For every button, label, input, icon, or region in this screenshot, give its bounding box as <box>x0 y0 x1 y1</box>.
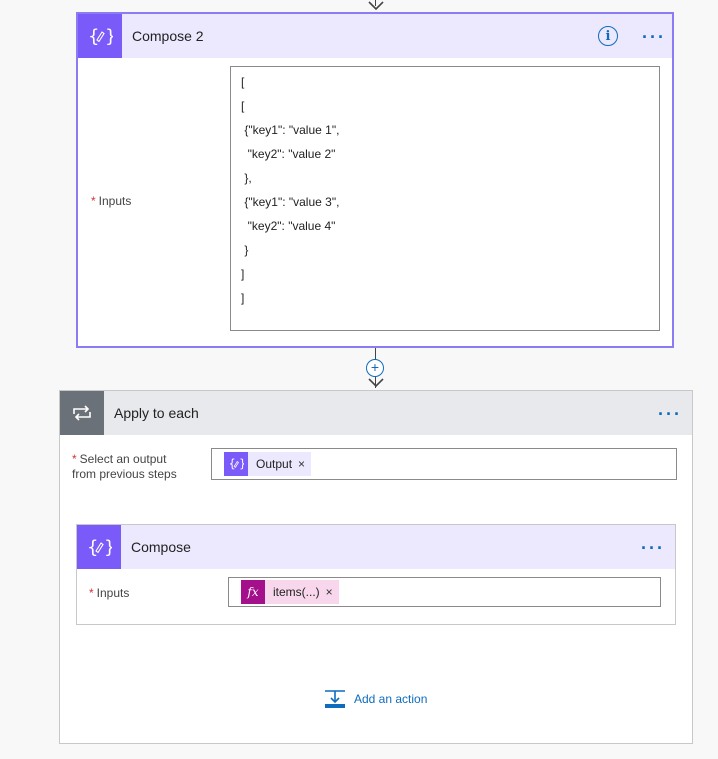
down-arrow-icon <box>368 378 384 388</box>
insert-step-plus-icon[interactable]: + <box>366 359 384 377</box>
code-line: ] <box>241 267 245 281</box>
add-action-icon <box>325 690 345 708</box>
loop-icon <box>60 391 104 435</box>
code-line: {"key1": "value 3", <box>241 195 340 209</box>
apply-to-each-title: Apply to each <box>114 405 199 421</box>
compose-icon: { } <box>224 452 248 476</box>
inputs-code-field[interactable]: [ [ {"key1": "value 1", "key2": "value 2… <box>230 66 660 331</box>
compose-header[interactable]: { } Compose ··· <box>77 525 675 569</box>
required-marker: * <box>72 452 77 466</box>
inputs-label: * Inputs <box>91 194 132 208</box>
svg-text:}: } <box>239 458 244 471</box>
required-marker: * <box>91 194 96 208</box>
code-line: [ <box>241 75 245 89</box>
remove-token-icon[interactable]: × <box>296 457 311 471</box>
svg-text:}: } <box>105 26 113 47</box>
apply-to-each-card[interactable]: Apply to each ··· * Select an output from… <box>59 390 693 744</box>
compose-2-title: Compose 2 <box>132 28 204 44</box>
svg-text:{: { <box>229 458 236 471</box>
code-line: } <box>241 243 249 257</box>
compose-inputs-field[interactable]: fx items(...) × <box>228 577 661 607</box>
code-line: {"key1": "value 1", <box>241 123 340 137</box>
more-options-icon[interactable]: ··· <box>641 539 665 557</box>
code-line: "key2": "value 4" <box>241 219 336 233</box>
compose-icon: { } <box>77 525 121 569</box>
svg-text:{: { <box>88 26 99 47</box>
svg-text:}: } <box>104 537 112 558</box>
remove-token-icon[interactable]: × <box>324 585 339 599</box>
add-action-button[interactable]: Add an action <box>324 689 427 709</box>
function-icon: fx <box>241 580 265 604</box>
down-arrow-icon <box>368 1 384 11</box>
select-output-field[interactable]: { } Output × <box>211 448 677 480</box>
code-line: [ <box>241 99 245 113</box>
code-line: }, <box>241 171 252 185</box>
inputs-label: * Inputs <box>89 586 130 600</box>
compose-title: Compose <box>131 539 191 555</box>
required-marker: * <box>89 586 94 600</box>
code-line: "key2": "value 2" <box>241 147 336 161</box>
more-options-icon[interactable]: ··· <box>642 28 666 46</box>
svg-text:{: { <box>87 537 98 558</box>
compose-2-header[interactable]: { } Compose 2 i ··· <box>78 14 672 58</box>
expression-token-label: items(...) <box>273 585 320 599</box>
code-line: ] <box>241 291 245 305</box>
add-action-label: Add an action <box>354 692 428 706</box>
compose-icon: { } <box>78 14 122 58</box>
output-token[interactable]: { } Output × <box>224 452 312 476</box>
expression-token[interactable]: fx items(...) × <box>241 580 339 604</box>
select-output-label: * Select an output from previous steps <box>72 452 177 481</box>
compose-2-card[interactable]: { } Compose 2 i ··· *Inputs [ [ {"key1":… <box>76 12 674 348</box>
apply-to-each-header[interactable]: Apply to each ··· <box>60 391 692 435</box>
compose-card[interactable]: { } Compose ··· *Inputs fx items(...) × <box>76 524 676 625</box>
more-options-icon[interactable]: ··· <box>658 405 682 423</box>
output-token-label: Output <box>256 457 293 471</box>
info-icon[interactable]: i <box>598 26 618 46</box>
